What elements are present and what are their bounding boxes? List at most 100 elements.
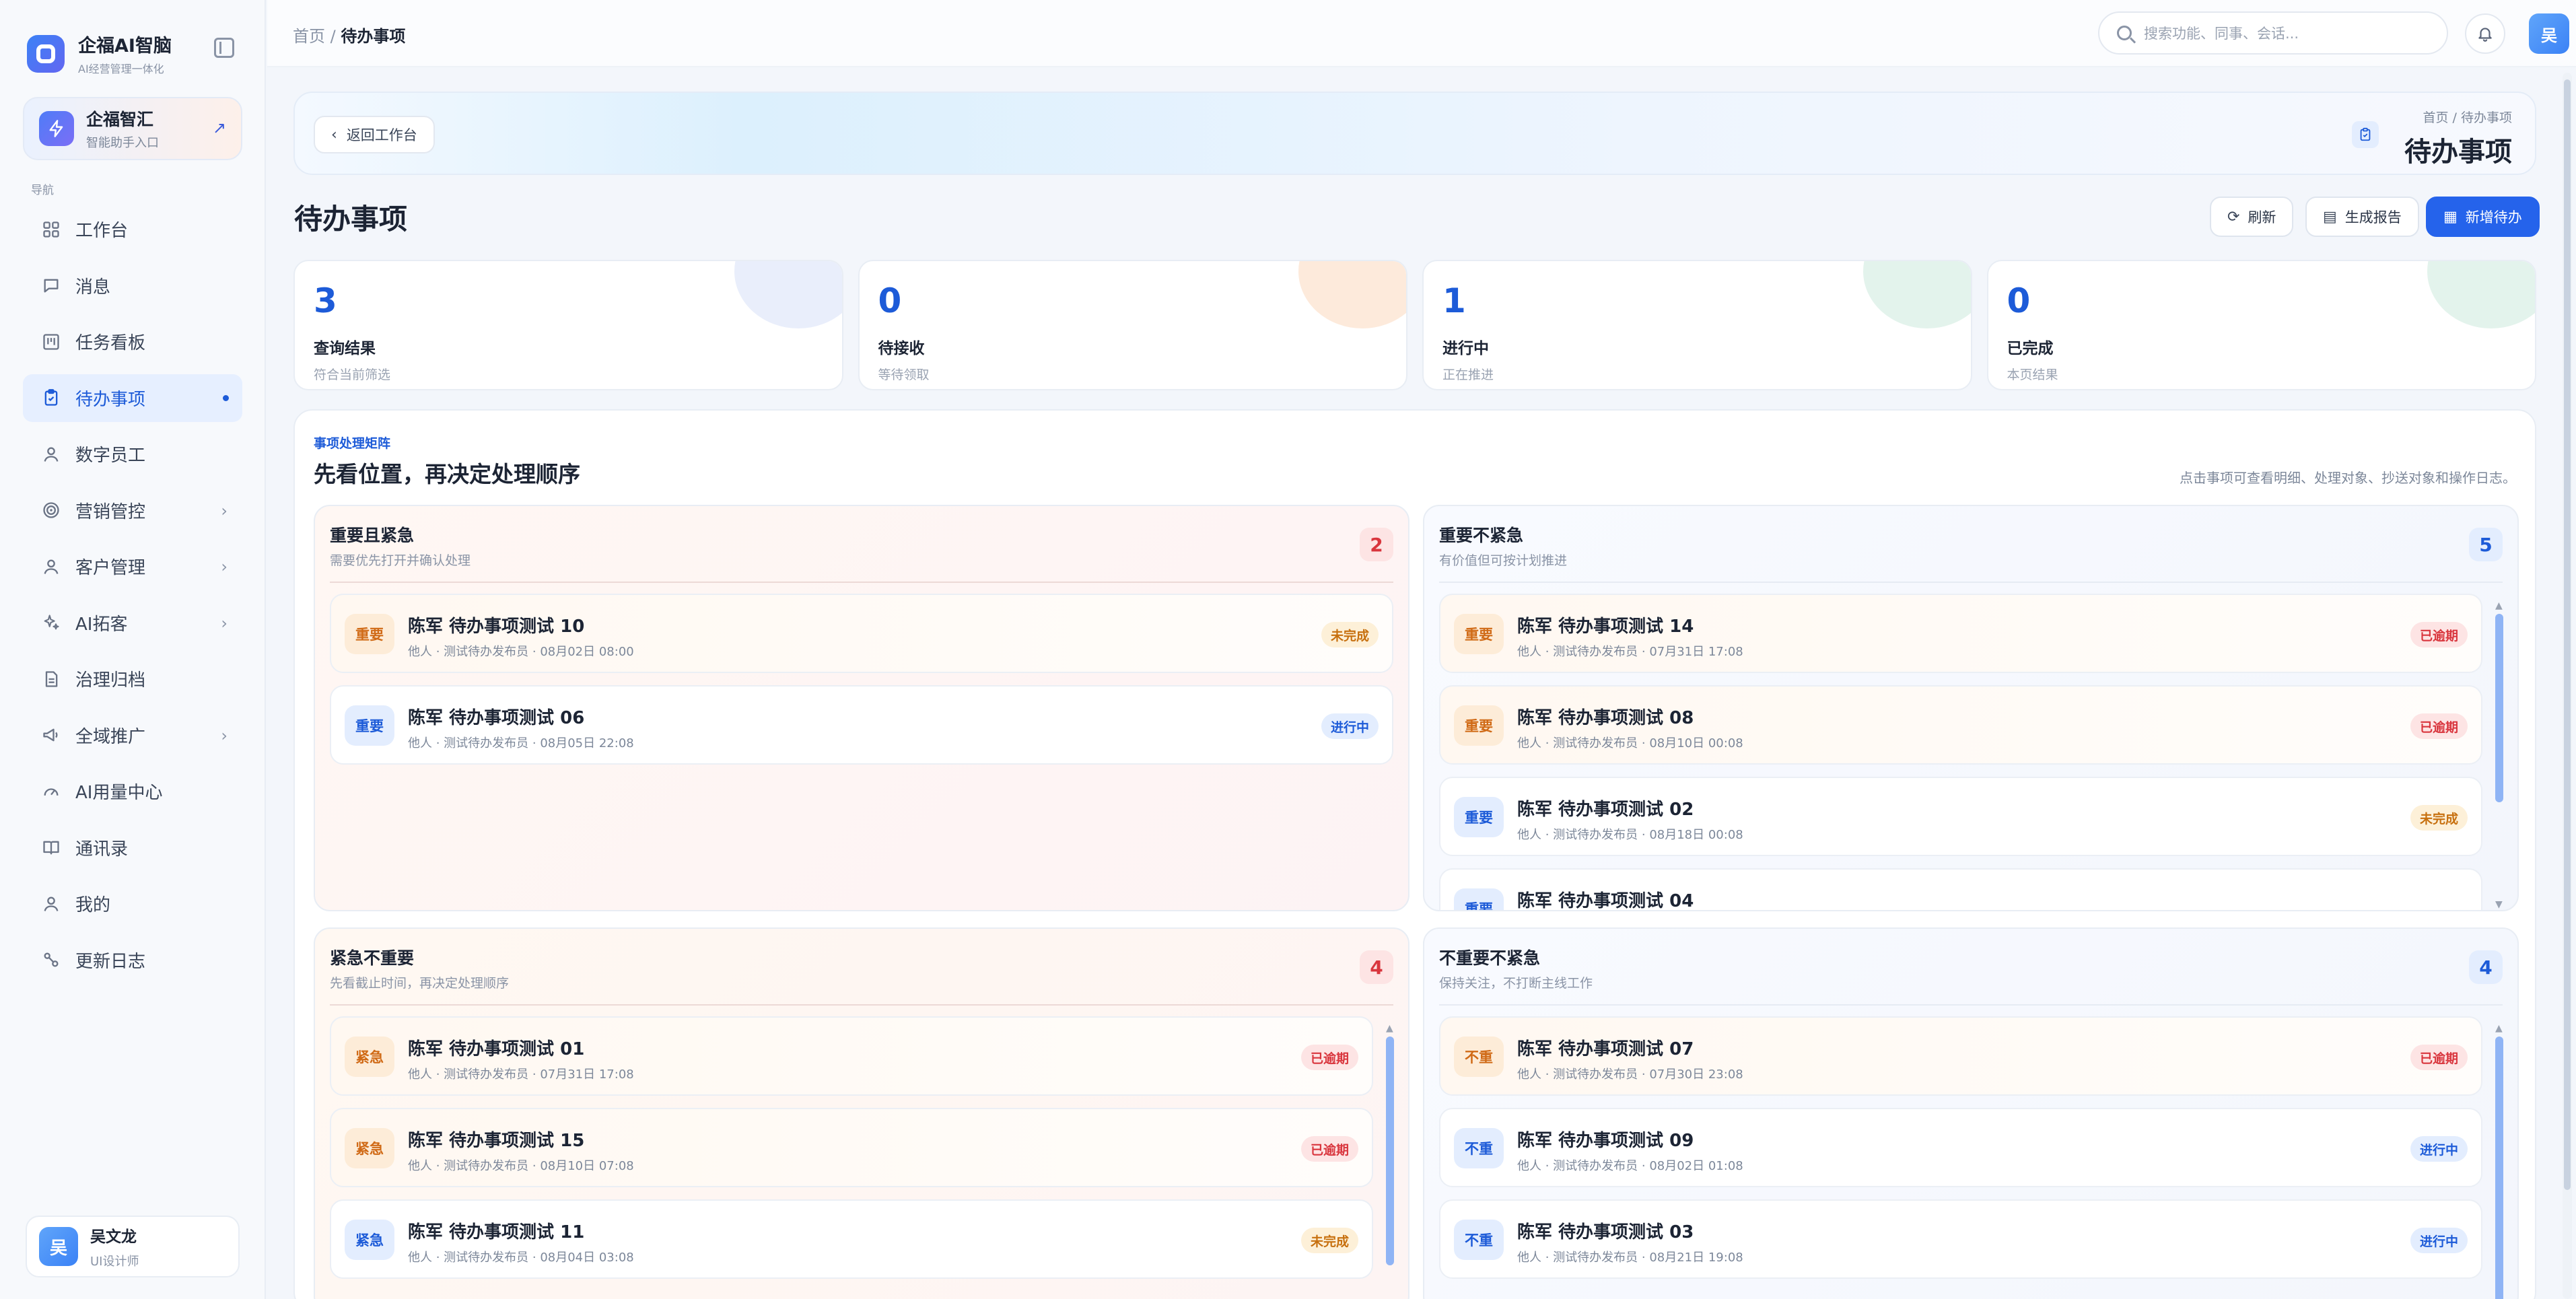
scroll-thumb[interactable] (1386, 1037, 1394, 1265)
quadrant-scrollbar[interactable]: ▲ ▼ (2493, 600, 2505, 910)
sidebar-item-1[interactable]: 消息 (23, 262, 242, 310)
sidebar-item-13[interactable]: 更新日志 (23, 936, 242, 984)
sidebar: 企福AI智脑 AI经营管理一体化 企福智汇 智能助手入口 ↗ 导航 工作台 消息任… (0, 0, 266, 1299)
status-badge: 进行中 (2410, 1136, 2468, 1162)
status-badge: 已逾期 (2410, 622, 2468, 647)
app-name: 企福AI智脑 (78, 36, 172, 57)
sidebar-item-3[interactable]: 待办事项 (23, 374, 242, 422)
generate-report-button[interactable]: ▤ 生成报告 (2305, 197, 2419, 237)
sidebar-item-5[interactable]: 营销管控 › (23, 487, 242, 534)
search-placeholder: 搜索功能、同事、会话... (2144, 26, 2299, 42)
sidebar-item-label: 工作台 (75, 221, 129, 241)
breadcrumb-separator: / (325, 27, 341, 46)
refresh-label: 刷新 (2248, 209, 2276, 225)
gauge-icon (40, 781, 62, 802)
todo-title: 陈军 待办事项测试 11 (408, 1222, 585, 1242)
sidebar-collapse-icon[interactable] (214, 38, 234, 58)
status-badge: 进行中 (2410, 1228, 2468, 1253)
todo-meta: 他人 · 测试待办发布员 · 07月31日 17:08 (408, 1067, 634, 1082)
todo-item[interactable]: 不重 陈军 待办事项测试 03 他人 · 测试待办发布员 · 08月21日 19:0… (1439, 1199, 2482, 1279)
bell-icon[interactable] (2465, 13, 2505, 54)
todo-meta: 他人 · 测试待办发布员 · 07月31日 17:08 (1517, 645, 1743, 659)
stat-value: 0 (2007, 281, 2031, 320)
sidebar-item-4[interactable]: 数字员工 (23, 430, 242, 478)
divider (330, 582, 1393, 583)
scroll-down-icon[interactable]: ▼ (2495, 899, 2503, 910)
search-input[interactable]: 搜索功能、同事、会话... (2098, 11, 2448, 55)
breadcrumb: 首页 / 待办事项 (293, 23, 405, 46)
todo-meta: 他人 · 测试待办发布员 · 08月10日 00:08 (1517, 736, 1743, 750)
todo-list: 重要 陈军 待办事项测试 10 他人 · 测试待办发布员 · 08月02日 08:0… (330, 594, 1393, 910)
todo-item[interactable]: 重要 陈军 待办事项测试 08 他人 · 测试待办发布员 · 08月10日 00:0… (1439, 685, 2482, 765)
quadrant-scrollbar[interactable]: ▲ (1384, 1023, 1396, 1299)
sidebar-item-11[interactable]: 通讯录 (23, 824, 242, 872)
breadcrumb-home[interactable]: 首页 (293, 27, 325, 46)
todo-item[interactable]: 不重 陈军 待办事项测试 09 他人 · 测试待办发布员 · 08月02日 01:0… (1439, 1108, 2482, 1187)
todo-item[interactable]: 重要 陈军 待办事项测试 14 他人 · 测试待办发布员 · 07月31日 17:0… (1439, 594, 2482, 673)
refresh-button[interactable]: ⟳ 刷新 (2210, 197, 2294, 237)
stat-card[interactable]: 3 查询结果 符合当前筛选 (293, 260, 843, 390)
sidebar-item-7[interactable]: AI拓客 › (23, 599, 242, 647)
sidebar-item-10[interactable]: AI用量中心 (23, 767, 242, 815)
matrix-quadrant: 紧急不重要 先看截止时间，再决定处理顺序 4 紧急 陈军 待办事项测试 01 他人 · 测… (314, 927, 1409, 1299)
todo-item[interactable]: 重要 陈军 待办事项测试 02 他人 · 测试待办发布员 · 08月18日 00:0… (1439, 777, 2482, 856)
avatar[interactable]: 吴 (2529, 13, 2569, 54)
todo-meta: 他人 · 测试待办发布员 · 07月30日 23:08 (1517, 1067, 1743, 1082)
sidebar-item-9[interactable]: 全域推广 › (23, 711, 242, 759)
chevron-right-icon: › (221, 501, 228, 520)
stats-row: 3 查询结果 符合当前筛选 0 待接收 等待领取 1 进行中 正在推进 0 已完成 本页结果 (293, 260, 2536, 390)
stat-card[interactable]: 0 已完成 本页结果 (1986, 260, 2536, 390)
user-card[interactable]: 吴 吴文龙 UI设计师 (26, 1216, 240, 1277)
chevron-right-icon: › (221, 726, 228, 745)
megaphone-icon (40, 724, 62, 746)
todo-item[interactable]: 紧急 陈军 待办事项测试 01 他人 · 测试待办发布员 · 07月31日 17:0… (330, 1016, 1373, 1096)
assistant-entry[interactable]: 企福智汇 智能助手入口 ↗ (23, 97, 242, 160)
quadrant-subtitle: 先看截止时间，再决定处理顺序 (330, 976, 510, 991)
sidebar-item-8[interactable]: 治理归档 (23, 655, 242, 703)
priority-tag: 不重 (1454, 1128, 1504, 1168)
todo-title: 陈军 待办事项测试 15 (408, 1131, 585, 1151)
report-label: 生成报告 (2344, 209, 2402, 225)
lightning-icon (39, 111, 74, 146)
back-to-workbench-button[interactable]: ‹ 返回工作台 (314, 116, 435, 153)
todo-item[interactable]: 重要 陈军 待办事项测试 04 (1439, 868, 2482, 910)
page-scrollbar[interactable] (2563, 73, 2572, 1299)
quadrant-count-badge: 4 (2469, 950, 2503, 984)
todo-list: 紧急 陈军 待办事项测试 01 他人 · 测试待办发布员 · 07月31日 17:0… (330, 1016, 1373, 1299)
stat-card[interactable]: 0 待接收 等待领取 (858, 260, 1407, 390)
priority-tag: 重要 (1454, 888, 1504, 910)
todo-title: 陈军 待办事项测试 06 (408, 708, 585, 728)
todo-item[interactable]: 重要 陈军 待办事项测试 10 他人 · 测试待办发布员 · 08月02日 08:0… (330, 594, 1393, 673)
sidebar-item-6[interactable]: 客户管理 › (23, 542, 242, 590)
scroll-thumb[interactable] (2495, 1037, 2503, 1299)
sidebar-item-12[interactable]: 我的 (23, 880, 242, 927)
add-todo-button[interactable]: ▦ 新增待办 (2426, 197, 2540, 237)
scroll-thumb[interactable] (2495, 614, 2503, 802)
stat-card[interactable]: 1 进行中 正在推进 (1422, 260, 1972, 390)
sidebar-item-2[interactable]: 任务看板 (23, 318, 242, 365)
sidebar-item-0[interactable]: 工作台 (23, 205, 242, 253)
avatar: 吴 (39, 1227, 78, 1266)
priority-tag: 重要 (345, 705, 394, 746)
todo-item[interactable]: 紧急 陈军 待办事项测试 11 他人 · 测试待办发布员 · 08月04日 03:0… (330, 1199, 1373, 1279)
hero-breadcrumb: 首页 / 待办事项 (2423, 110, 2512, 125)
brand[interactable]: 企福AI智脑 AI经营管理一体化 (27, 31, 172, 76)
user-icon (40, 893, 62, 915)
grid-icon (40, 219, 62, 240)
assistant-subtitle: 智能助手入口 (86, 136, 159, 150)
todo-list: 不重 陈军 待办事项测试 07 他人 · 测试待办发布员 · 07月30日 23:0… (1439, 1016, 2482, 1299)
todo-item[interactable]: 不重 陈军 待办事项测试 07 他人 · 测试待办发布员 · 07月30日 23:0… (1439, 1016, 2482, 1096)
scroll-up-icon[interactable]: ▲ (2495, 1023, 2503, 1034)
scroll-up-icon[interactable]: ▲ (2495, 600, 2503, 611)
quadrant-count-badge: 5 (2469, 528, 2503, 561)
quadrant-scrollbar[interactable]: ▲ (2493, 1023, 2505, 1299)
user-icon (40, 444, 62, 465)
todo-item[interactable]: 紧急 陈军 待办事项测试 15 他人 · 测试待办发布员 · 08月10日 07:0… (330, 1108, 1373, 1187)
sidebar-item-label: 任务看板 (75, 333, 146, 353)
scroll-up-icon[interactable]: ▲ (1386, 1023, 1393, 1034)
todo-item[interactable]: 重要 陈军 待办事项测试 06 他人 · 测试待办发布员 · 08月05日 22:0… (330, 685, 1393, 765)
kanban-icon (40, 331, 62, 353)
priority-matrix: 事项处理矩阵 先看位置，再决定处理顺序 点击事项可查看明细、处理对象、抄送对象和… (293, 409, 2536, 1299)
book-icon (40, 837, 62, 858)
priority-tag: 不重 (1454, 1220, 1504, 1260)
